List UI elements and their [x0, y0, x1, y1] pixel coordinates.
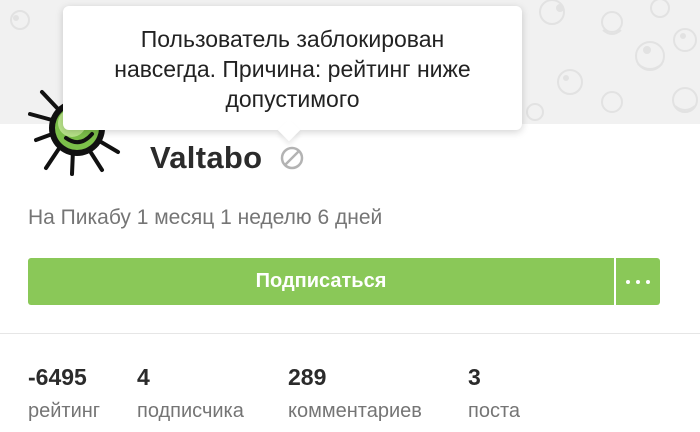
member-since: На Пикабу 1 месяц 1 неделю 6 дней	[28, 206, 383, 229]
stat-label: поста	[468, 400, 521, 422]
stat-posts[interactable]: 3 поста	[468, 364, 520, 423]
stat-value: 289	[288, 364, 327, 390]
subscribe-label: Подписаться	[255, 270, 387, 292]
username: Valtabo	[150, 140, 263, 175]
stat-label: рейтинг	[28, 400, 101, 422]
stat-value: -6495	[28, 364, 87, 390]
blocked-icon[interactable]	[279, 145, 305, 171]
stat-value: 3	[468, 364, 481, 390]
tooltip-line-2: навсегда. Причина: рейтинг ниже	[114, 56, 471, 82]
ellipsis-icon	[626, 279, 630, 284]
tooltip-line-1: Пользователь заблокирован	[140, 26, 445, 52]
blocked-tooltip: Пользователь заблокирован навсегда. Прич…	[63, 6, 522, 130]
ellipsis-icon	[646, 279, 650, 284]
divider	[0, 333, 700, 334]
tooltip-line-3: допустимого	[225, 86, 360, 112]
stat-label: подписчика	[137, 400, 244, 422]
stat-label: комментариев	[288, 400, 422, 422]
subscribe-button[interactable]: Подписаться	[28, 258, 614, 305]
stat-comments[interactable]: 289 комментариев	[288, 364, 422, 423]
stat-value: 4	[137, 364, 150, 390]
ellipsis-icon	[636, 279, 640, 284]
stat-rating[interactable]: -6495 рейтинг	[28, 364, 100, 423]
stat-subscribers[interactable]: 4 подписчика	[137, 364, 244, 423]
more-button[interactable]	[616, 258, 660, 305]
